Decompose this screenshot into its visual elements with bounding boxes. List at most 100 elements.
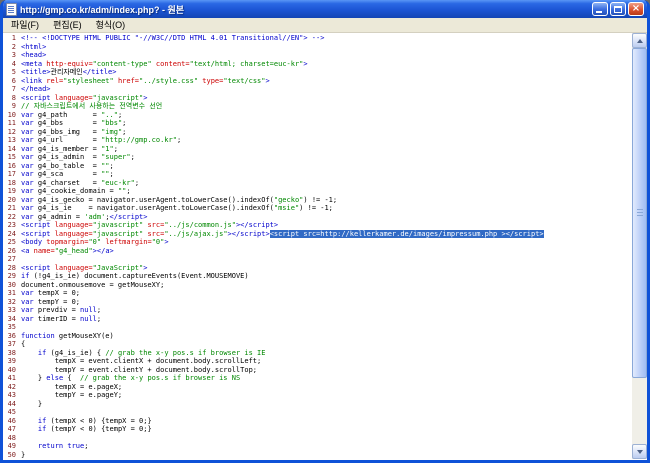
code-segment: ; — [97, 315, 101, 323]
code-line: 24<script language="javascript" src="../… — [3, 230, 632, 239]
close-button[interactable]: × — [628, 2, 644, 16]
line-number: 3 — [3, 51, 21, 60]
menu-item-edit[interactable]: 편집(E) — [46, 18, 89, 33]
code-segment: var — [21, 153, 34, 161]
line-number: 14 — [3, 145, 21, 154]
line-number: 44 — [3, 400, 21, 409]
code-line: 38 if (g4_is_ie) { // grab the x-y pos.s… — [3, 349, 632, 358]
line-number: 9 — [3, 102, 21, 111]
code-line: 30document.onmousemove = getMouseXY; — [3, 281, 632, 290]
code-text: <html> — [21, 43, 46, 52]
injected-script-highlight: <script src=http://kellerkamer.de/images… — [270, 230, 544, 238]
code-segment: "../js/common.js" — [164, 221, 236, 229]
code-segment: ></script> — [228, 230, 270, 238]
code-segment: ; — [110, 162, 114, 170]
code-segment: } — [21, 451, 25, 459]
code-line: 35 — [3, 323, 632, 332]
code-segment: // 자바스크립트에서 사용하는 전역변수 선언 — [21, 102, 162, 110]
editor-area[interactable]: 1<!-- <!DOCTYPE HTML PUBLIC "-//W3C//DTD… — [3, 33, 647, 459]
line-number: 20 — [3, 196, 21, 205]
code-text: tempY = e.pageY; — [21, 391, 122, 400]
line-number: 25 — [3, 238, 21, 247]
code-segment: language= — [55, 230, 93, 238]
code-text: var g4_bbs = "bbs"; — [21, 119, 126, 128]
line-number: 24 — [3, 230, 21, 239]
code-text: var g4_is_member = "1"; — [21, 145, 118, 154]
code-text: var g4_admin = 'adm';</script> — [21, 213, 147, 222]
title-bar[interactable]: http://gmp.co.kr/adm/index.php? - 원본 × — [3, 0, 647, 18]
maximize-button[interactable] — [610, 2, 626, 16]
code-line: 29if (!g4_is_ie) document.captureEvents(… — [3, 272, 632, 281]
code-segment: g4_admin = — [34, 213, 85, 221]
menu-item-file[interactable]: 파일(F) — [4, 18, 46, 33]
code-segment: content= — [152, 60, 190, 68]
code-segment: "1" — [101, 145, 114, 153]
code-segment: ".." — [101, 111, 118, 119]
line-number: 17 — [3, 170, 21, 179]
code-segment: ; — [131, 153, 135, 161]
code-text: function getMouseXY(e) — [21, 332, 114, 341]
line-number: 13 — [3, 136, 21, 145]
scroll-down-button[interactable] — [632, 444, 647, 459]
code-segment: var — [21, 315, 34, 323]
line-number: 10 — [3, 111, 21, 120]
menu-item-format[interactable]: 형식(O) — [89, 18, 133, 33]
code-segment: </head> — [21, 85, 51, 93]
code-text: <script language="JavaScript"> — [21, 264, 147, 273]
code-segment: "gecko" — [274, 196, 304, 204]
code-segment: ; — [122, 128, 126, 136]
code-segment: return — [38, 442, 63, 450]
code-segment: "img" — [101, 128, 122, 136]
code-line: 39 tempX = event.clientX + document.body… — [3, 357, 632, 366]
code-segment: var — [21, 306, 34, 314]
code-line: 25<body topmargin="0" leftmargin="0"> — [3, 238, 632, 247]
code-segment: (tempX < 0) {tempX = 0;} — [46, 417, 151, 425]
line-number: 2 — [3, 43, 21, 52]
code-segment: ; — [122, 119, 126, 127]
code-line: 41 } else { // grab the x-y pos.s if bro… — [3, 374, 632, 383]
scroll-up-button[interactable] — [632, 33, 647, 48]
line-number: 50 — [3, 451, 21, 460]
code-text: <title>관리자메인</title> — [21, 68, 116, 77]
code-segment: "stylesheet" — [63, 77, 114, 85]
code-line: 50} — [3, 451, 632, 460]
code-segment: var — [21, 204, 34, 212]
code-segment: var — [21, 179, 34, 187]
code-segment: var — [21, 162, 34, 170]
code-segment: "content-type" — [93, 60, 152, 68]
code-segment: <meta — [21, 60, 46, 68]
code-segment: ></script> — [236, 221, 278, 229]
notepad-document-icon — [6, 3, 17, 16]
code-line: 27 — [3, 255, 632, 264]
code-segment: href= — [114, 77, 139, 85]
code-line: 33var prevdiv = null; — [3, 306, 632, 315]
code-line: 18var g4_charset = "euc-kr"; — [3, 179, 632, 188]
code-text: if (g4_is_ie) { // grab the x-y pos.s if… — [21, 349, 265, 358]
scrollbar-track[interactable] — [632, 48, 647, 444]
minimize-icon — [596, 11, 602, 13]
code-segment: > — [164, 238, 168, 246]
code-text: var g4_is_gecko = navigator.userAgent.to… — [21, 196, 337, 205]
code-line: 36function getMouseXY(e) — [3, 332, 632, 341]
code-segment: ) != -1; — [303, 196, 337, 204]
code-segment — [21, 349, 38, 357]
code-text: <meta http-equiv="content-type" content=… — [21, 60, 308, 69]
line-number: 41 — [3, 374, 21, 383]
line-number: 48 — [3, 434, 21, 443]
code-segment: <body — [21, 238, 46, 246]
code-segment: ; — [118, 111, 122, 119]
code-segment: "../js/ajax.js" — [164, 230, 227, 238]
code-text: { — [21, 340, 25, 349]
code-line: 8<script language="javascript"> — [3, 94, 632, 103]
code-segment: } — [21, 374, 46, 382]
code-text: var tempX = 0; — [21, 289, 80, 298]
code-segment: <html> — [21, 43, 46, 51]
code-segment: "" — [101, 162, 109, 170]
minimize-button[interactable] — [592, 2, 608, 16]
code-segment: "msie" — [274, 204, 299, 212]
code-segment: function — [21, 332, 55, 340]
code-segment: g4_is_member = — [34, 145, 101, 153]
scrollbar-thumb[interactable] — [632, 48, 647, 378]
line-number: 32 — [3, 298, 21, 307]
code-segment: <script — [21, 94, 55, 102]
